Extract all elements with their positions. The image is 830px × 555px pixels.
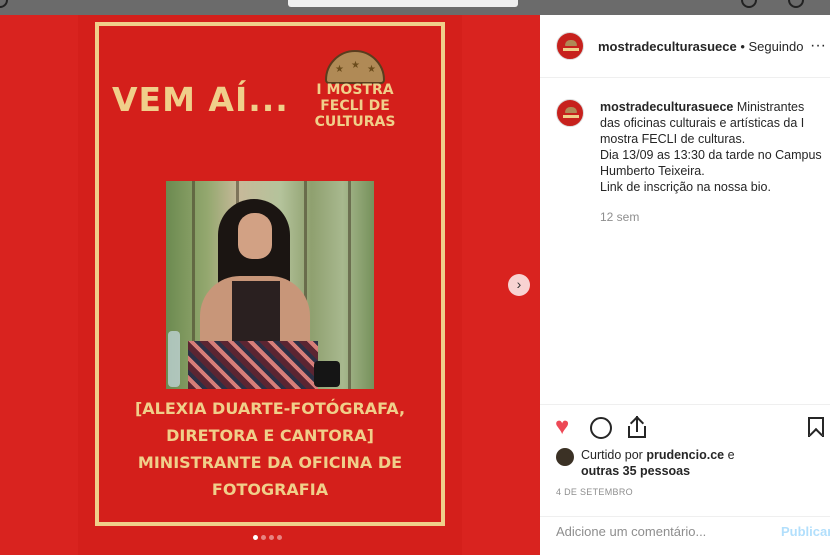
carousel-dot	[269, 535, 274, 540]
liker-username[interactable]: prudencio.ce	[646, 448, 724, 462]
caption-comment: mostradeculturasuece Ministrantes das of…	[540, 79, 830, 404]
activity-icon[interactable]	[788, 0, 804, 8]
hat-icon: ★ ★ ★	[325, 50, 385, 84]
ellipsis-icon[interactable]: ···	[810, 37, 826, 55]
post-media: VEM AÍ... ★ ★ ★ I MOSTRA FECLI DE CULTUR…	[0, 15, 540, 555]
event-logo: ★ ★ ★ I MOSTRA FECLI DE CULTURAS	[300, 50, 410, 140]
comment-line: Link de inscrição na nossa bio.	[600, 180, 771, 194]
post-date[interactable]: 4 DE SETEMBRO	[556, 487, 633, 497]
heart-icon[interactable]: ♥	[555, 415, 579, 440]
share-icon[interactable]	[626, 415, 650, 440]
comment-bubble-icon[interactable]	[590, 417, 612, 439]
likes-others[interactable]: outras 35 pessoas	[581, 464, 690, 478]
logo-line: I MOSTRA	[316, 82, 394, 98]
separator: •	[736, 39, 749, 54]
bookmark-icon[interactable]	[808, 417, 824, 443]
bottle	[168, 331, 180, 387]
carousel-dots	[253, 535, 282, 540]
post-header: mostradeculturasuece • Seguindo ···	[540, 15, 830, 78]
caption-line: MINISTRANTE DA OFICINA DE	[137, 453, 403, 472]
portrait-photo	[166, 181, 374, 389]
carousel-dot	[277, 535, 282, 540]
camera	[314, 361, 340, 387]
address-bar-edge	[288, 0, 518, 7]
caption-line: DIRETORA E CANTORA]	[166, 426, 374, 445]
comment-input[interactable]: Adicione um comentário...	[556, 524, 706, 539]
post-sidebar: mostradeculturasuece • Seguindo ··· most…	[540, 15, 830, 555]
caption-line: [ALEXIA DUARTE-FOTÓGRAFA,	[134, 399, 406, 418]
likes-middle: e	[724, 448, 735, 462]
avatar[interactable]	[556, 32, 584, 60]
partial-icon	[0, 0, 8, 8]
shirt	[232, 281, 280, 341]
likes-prefix: Curtido por	[581, 448, 647, 462]
liker-avatar[interactable]	[556, 448, 574, 466]
avatar[interactable]	[556, 99, 584, 127]
carousel-dot	[253, 535, 258, 540]
follow-button[interactable]: Seguindo	[749, 39, 804, 54]
publish-button[interactable]: Publicar	[781, 524, 830, 539]
chevron-right-icon[interactable]: ›	[508, 274, 530, 296]
browser-top-strip	[0, 0, 830, 15]
explore-icon[interactable]	[741, 0, 757, 8]
skirt	[188, 341, 318, 389]
carousel-dot	[261, 535, 266, 540]
poster-headline: VEM AÍ...	[112, 80, 289, 119]
poster-caption: [ALEXIA DUARTE-FOTÓGRAFA, DIRETORA E CAN…	[100, 395, 440, 503]
face	[238, 213, 272, 259]
post-actions: ♥ Curtido por prudencio.ce e outras 35 p…	[540, 404, 830, 516]
add-comment-bar: Adicione um comentário... Publicar	[540, 516, 830, 555]
logo-line: CULTURAS	[314, 114, 396, 130]
logo-line: FECLI DE	[320, 98, 390, 114]
comment-text: mostradeculturasuece Ministrantes das of…	[600, 99, 822, 195]
comment-time[interactable]: 12 sem	[600, 210, 639, 224]
comment-line: Dia 13/09 as 13:30 da tarde no Campus Hu…	[600, 148, 822, 178]
caption-line: FOTOGRAFIA	[211, 480, 329, 499]
username-link[interactable]: mostradeculturasuece	[598, 39, 737, 54]
logo-text: I MOSTRA FECLI DE CULTURAS	[300, 82, 410, 130]
comment-username[interactable]: mostradeculturasuece	[600, 100, 733, 114]
